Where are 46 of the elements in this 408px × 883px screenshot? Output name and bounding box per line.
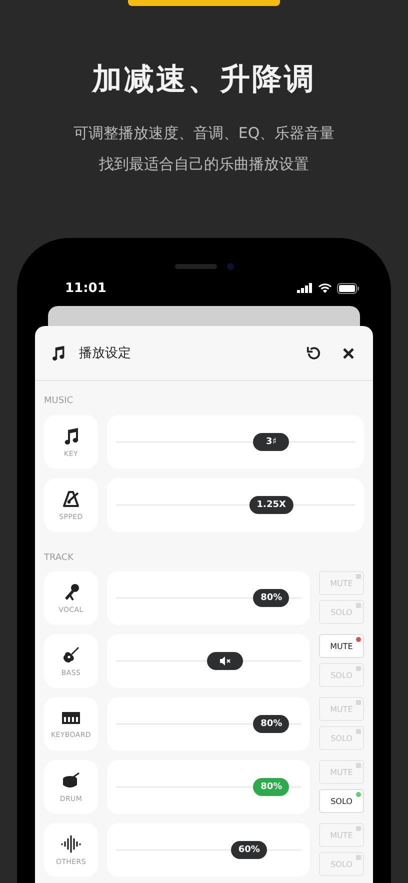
microphone-icon [62, 582, 80, 600]
mute-button[interactable]: MUTE [319, 634, 364, 658]
slider-thumb[interactable] [207, 652, 244, 670]
status-indicator [356, 826, 361, 831]
status-indicator [356, 763, 361, 768]
wifi-icon [318, 283, 332, 293]
status-indicator [356, 603, 361, 608]
slider-thumb[interactable]: 80% [253, 715, 290, 733]
camera-dot [226, 262, 234, 270]
slider-thumb[interactable]: 60% [231, 841, 268, 859]
status-indicator [356, 855, 361, 860]
muted-speaker-icon [219, 656, 232, 666]
status-indicator [356, 666, 361, 671]
keyboard-icon [61, 710, 81, 726]
status-time: 11:01 [65, 280, 106, 296]
metronome-icon [62, 490, 80, 508]
slider-track[interactable]: 3♯ [116, 433, 355, 451]
section-label: MUSIC [44, 395, 74, 408]
slider-thumb[interactable]: 80% [253, 589, 290, 607]
drum-icon [62, 772, 80, 790]
status-indicator [356, 637, 361, 642]
waveform-icon [60, 834, 82, 852]
slider-track[interactable]: 80% [116, 715, 301, 733]
close-icon [342, 348, 354, 358]
solo-button[interactable]: SOLO [319, 789, 364, 813]
slider-track[interactable]: 1.25X [116, 496, 355, 514]
speaker-grille [174, 264, 216, 268]
slider-thumb[interactable]: 1.25X [250, 496, 293, 514]
slider-track[interactable]: 60% [116, 841, 301, 859]
section-label: TRACK [44, 552, 75, 565]
status-indicator [356, 574, 361, 579]
music-note-icon [62, 426, 80, 444]
sheet-title: 播放设定 [79, 345, 132, 362]
slider-thumb[interactable]: 3♯ [253, 433, 290, 451]
battery-icon [337, 282, 359, 294]
slider-track[interactable]: 80% [116, 589, 301, 607]
subtitle: 可调整播放速度、音调、EQ、乐器音量 [73, 123, 335, 144]
guitar-icon [62, 646, 80, 664]
subtitle: 找到最适合自己的乐曲播放设置 [99, 154, 309, 175]
undo-icon [306, 346, 320, 360]
signal-icon [297, 283, 313, 293]
headline: 加减速、升降调 [92, 61, 316, 99]
status-indicator [356, 700, 361, 705]
status-indicator [356, 729, 361, 734]
music-note-icon [50, 345, 66, 361]
status-indicator [356, 792, 361, 797]
